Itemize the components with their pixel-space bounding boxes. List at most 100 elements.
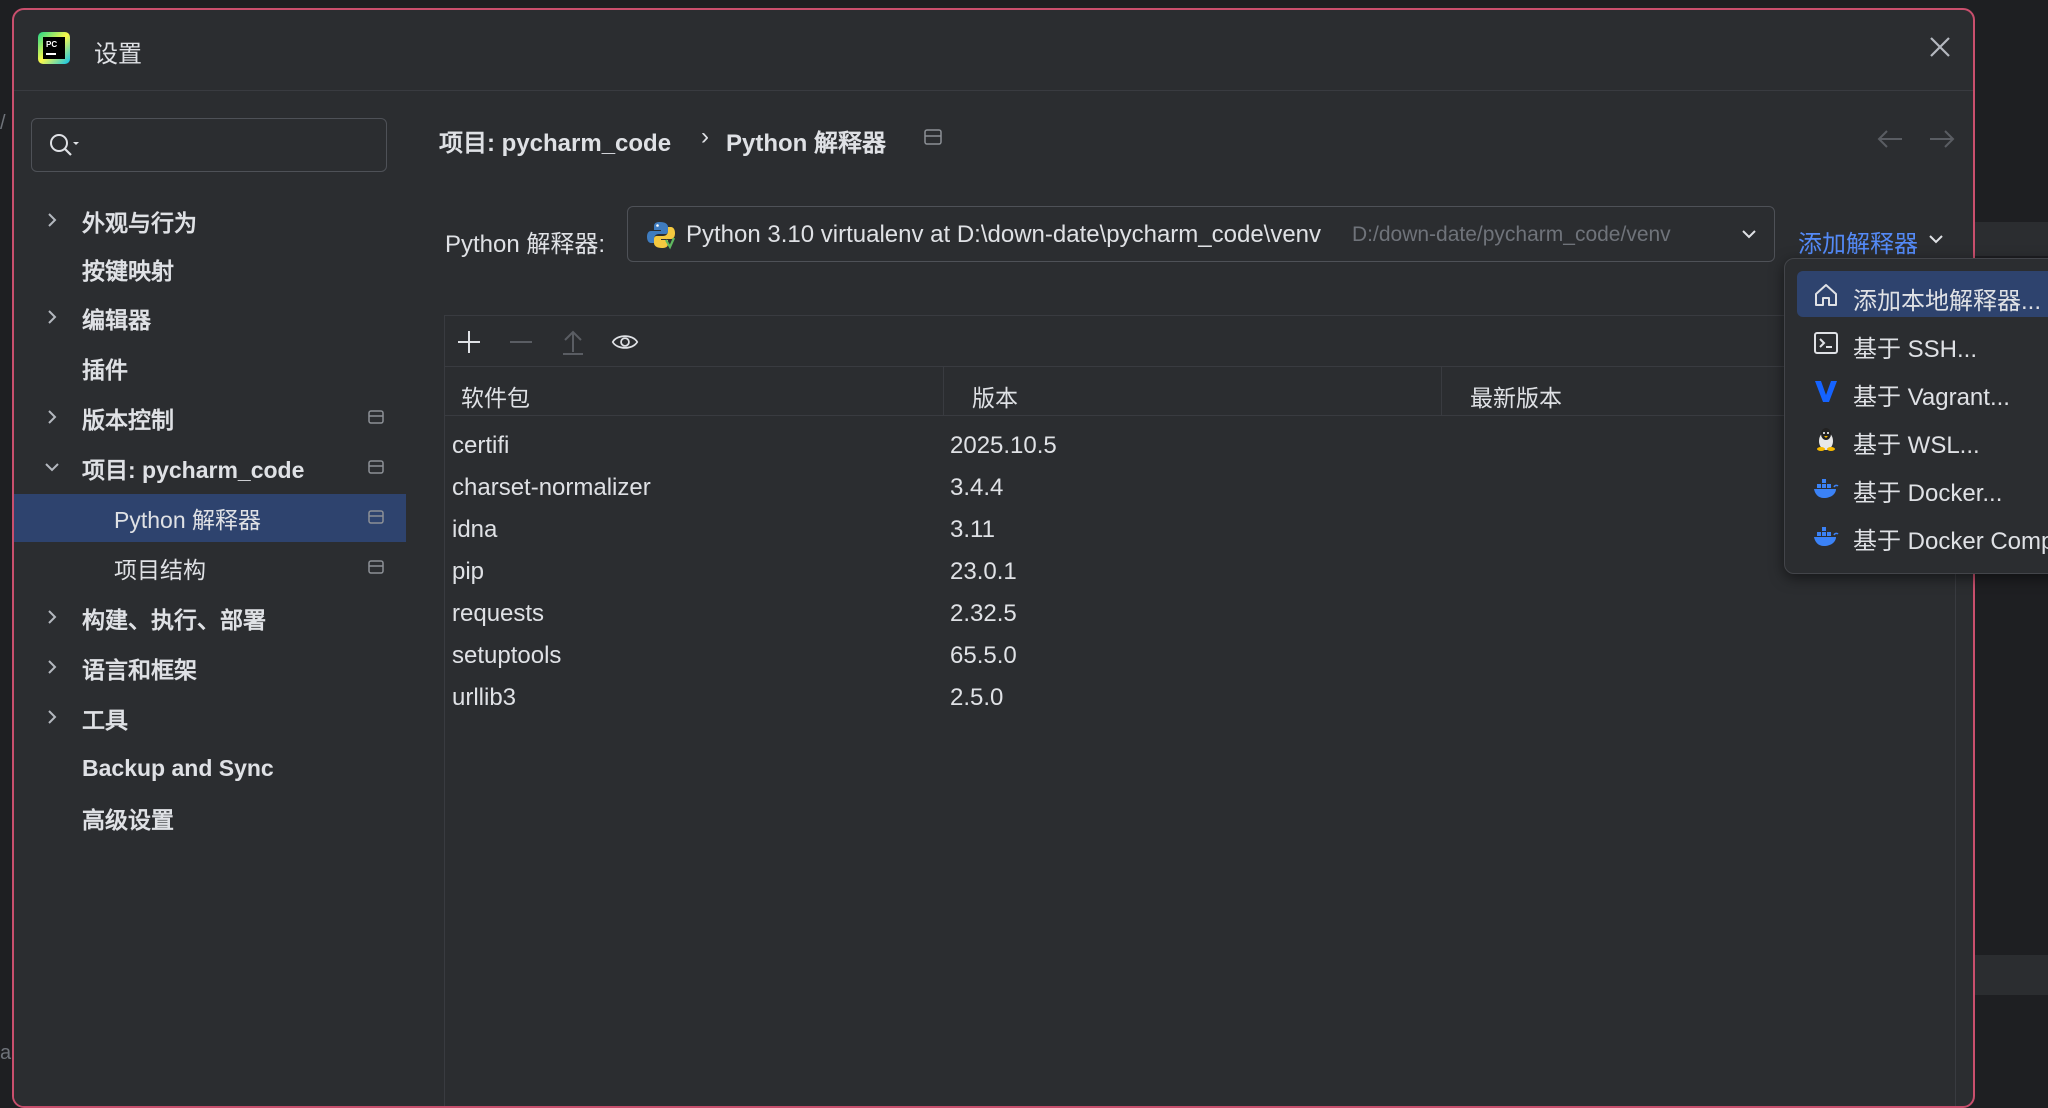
sidebar-item-project[interactable]: 项目: pycharm_code — [14, 444, 406, 492]
package-version: 3.4.4 — [950, 474, 1004, 501]
menu-item-label: 添加本地解释器... — [1853, 288, 2042, 315]
package-version: 2.5.0 — [950, 684, 1004, 711]
arrow-left-icon[interactable] — [1876, 128, 1904, 150]
project-settings-icon — [368, 410, 384, 424]
packages-toolbar — [445, 316, 1955, 366]
search-input[interactable] — [31, 118, 387, 172]
close-icon[interactable] — [1925, 32, 1955, 62]
table-row[interactable]: idna 3.11 — [445, 510, 1955, 552]
sidebar-item-editor[interactable]: 编辑器 — [14, 294, 406, 342]
eye-icon[interactable] — [611, 328, 639, 356]
remove-icon[interactable] — [507, 328, 535, 356]
sidebar-item-label: 构建、执行、部署 — [82, 607, 266, 633]
package-name: requests — [452, 600, 545, 627]
menu-item-docker-compose[interactable]: 基于 Docker Compose... — [1797, 511, 2048, 557]
project-settings-icon — [368, 510, 384, 524]
sidebar-item-label: 语言和框架 — [82, 657, 197, 683]
chevron-right-icon[interactable] — [44, 212, 60, 228]
packages-panel: 软件包 版本 最新版本 certifi 2025.10.5 charset-no… — [444, 315, 1956, 1106]
package-name: charset-normalizer — [452, 474, 651, 501]
column-header-version[interactable]: 版本 — [972, 379, 1018, 413]
python-icon — [647, 222, 676, 250]
sidebar-item-tools[interactable]: 工具 — [14, 694, 406, 742]
column-header-package[interactable]: 软件包 — [461, 379, 530, 413]
sidebar-item-python-interpreter[interactable]: Python 解释器 — [14, 494, 406, 542]
background-editor-strip — [1975, 222, 2048, 256]
chevron-right-icon[interactable] — [44, 409, 60, 425]
project-settings-icon — [368, 460, 384, 474]
sidebar-item-label: 编辑器 — [82, 307, 151, 333]
menu-item-label: 基于 Vagrant... — [1853, 384, 2010, 411]
chevron-down-icon[interactable] — [44, 459, 60, 475]
arrow-right-icon[interactable] — [1928, 128, 1956, 150]
add-icon[interactable] — [455, 328, 483, 356]
chevron-down-icon[interactable] — [1928, 232, 1944, 246]
menu-item-docker[interactable]: 基于 Docker... — [1797, 463, 2048, 509]
upgrade-icon[interactable] — [559, 328, 587, 356]
sidebar-item-plugins[interactable]: 插件 — [14, 344, 406, 392]
chevron-right-icon[interactable] — [44, 309, 60, 325]
sidebar-item-label: 项目结构 — [114, 557, 206, 583]
settings-sidebar: 外观与行为 按键映射 编辑器 插件 版本控制 项目: pycharm_code … — [14, 91, 406, 1106]
menu-item-label: 基于 Docker... — [1853, 480, 2003, 507]
interpreter-select[interactable]: Python 3.10 virtualenv at D:\down-date\p… — [627, 206, 1775, 262]
project-settings-icon — [924, 129, 942, 145]
svg-text:PC: PC — [46, 40, 57, 49]
column-divider[interactable] — [1441, 367, 1442, 415]
table-row[interactable]: urllib3 2.5.0 — [445, 678, 1955, 720]
column-divider[interactable] — [943, 367, 944, 415]
package-name: urllib3 — [452, 684, 517, 711]
sidebar-item-build[interactable]: 构建、执行、部署 — [14, 594, 406, 642]
background-editor-strip — [1975, 955, 2048, 995]
table-row[interactable]: requests 2.32.5 — [445, 594, 1955, 636]
pycharm-logo-icon: PC — [38, 32, 70, 64]
table-row[interactable]: setuptools 65.5.0 — [445, 636, 1955, 678]
dialog-titlebar: PC 设置 — [14, 10, 1973, 91]
breadcrumb-separator: › — [701, 123, 709, 150]
sidebar-item-keymap[interactable]: 按键映射 — [14, 245, 406, 293]
package-version: 3.11 — [950, 516, 995, 543]
sidebar-item-label: 高级设置 — [82, 807, 174, 833]
interpreter-label: Python 解释器: — [445, 231, 606, 258]
package-version: 2025.10.5 — [950, 432, 1057, 459]
table-row[interactable]: pip 23.0.1 — [445, 552, 1955, 594]
sidebar-item-label: 项目: pycharm_code — [82, 457, 305, 483]
sidebar-item-advanced[interactable]: 高级设置 — [14, 794, 406, 842]
docker-icon — [1814, 527, 1839, 546]
sidebar-item-project-structure[interactable]: 项目结构 — [14, 544, 406, 592]
sidebar-item-label: 工具 — [82, 707, 128, 733]
package-name: idna — [452, 516, 498, 543]
linux-penguin-icon — [1817, 428, 1835, 451]
package-name: pip — [452, 558, 485, 585]
sidebar-item-languages[interactable]: 语言和框架 — [14, 644, 406, 692]
menu-item-ssh[interactable]: 基于 SSH... — [1797, 319, 2048, 365]
sidebar-item-label: 插件 — [82, 357, 128, 383]
sidebar-item-appearance[interactable]: 外观与行为 — [14, 197, 406, 245]
vagrant-icon — [1815, 381, 1837, 402]
menu-item-vagrant[interactable]: 基于 Vagrant... — [1797, 367, 2048, 413]
breadcrumb-project[interactable]: 项目: pycharm_code — [439, 123, 671, 158]
interpreter-value: Python 3.10 virtualenv at D:\down-date\p… — [686, 221, 1322, 248]
package-version: 2.32.5 — [950, 600, 1017, 627]
dialog-title: 设置 — [94, 41, 142, 68]
project-settings-icon — [368, 560, 384, 574]
package-version: 23.0.1 — [950, 558, 1017, 585]
terminal-icon — [1814, 332, 1838, 354]
chevron-right-icon[interactable] — [44, 709, 60, 725]
home-icon — [1815, 284, 1837, 306]
sidebar-item-vcs[interactable]: 版本控制 — [14, 394, 406, 442]
sidebar-item-backup-sync[interactable]: Backup and Sync — [14, 744, 406, 792]
menu-item-add-local-interpreter[interactable]: 添加本地解释器... — [1797, 271, 2048, 317]
background-text: a — [0, 1042, 12, 1064]
chevron-right-icon[interactable] — [44, 609, 60, 625]
chevron-right-icon[interactable] — [44, 659, 60, 675]
add-interpreter-link[interactable]: 添加解释器 — [1798, 224, 1918, 259]
sidebar-item-label: Backup and Sync — [82, 754, 274, 781]
menu-item-wsl[interactable]: 基于 WSL... — [1797, 415, 2048, 461]
add-interpreter-menu: 添加本地解释器... 基于 SSH... 基于 Vagrant... 基于 WS… — [1784, 258, 2048, 574]
table-row[interactable]: certifi 2025.10.5 — [445, 426, 1955, 468]
column-header-latest[interactable]: 最新版本 — [1470, 379, 1562, 413]
chevron-down-icon[interactable] — [1740, 227, 1758, 241]
table-row[interactable]: charset-normalizer 3.4.4 — [445, 468, 1955, 510]
menu-item-label: 基于 SSH... — [1853, 336, 1978, 363]
